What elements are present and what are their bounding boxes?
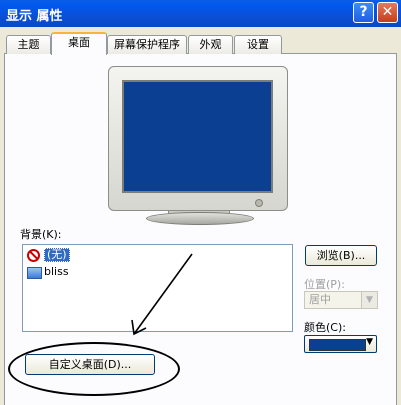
color-picker[interactable]: ▼ [304,335,377,353]
position-value: 居中 [309,293,331,306]
none-icon [27,249,40,262]
monitor-screen-preview [122,80,273,193]
tab-themes[interactable]: 主题 [6,35,51,54]
tab-appearance[interactable]: 外观 [188,35,233,54]
monitor-stand-base [146,212,254,225]
color-swatch [309,339,366,351]
close-button[interactable]: ✕ [377,2,398,23]
chevron-down-icon[interactable]: ▼ [361,292,377,308]
browse-button[interactable]: 浏览(B)... [305,245,377,266]
tab-settings[interactable]: 设置 [234,35,282,54]
position-label: 位置(P): [304,278,345,291]
window-title: 显示 属性 [6,9,63,24]
jpg-file-icon [27,267,42,279]
chevron-down-icon: ▼ [366,337,373,347]
power-light-icon [255,199,263,207]
background-label: 背景(K): [20,228,62,241]
position-select[interactable]: 居中 ▼ [304,291,378,309]
tab-screensaver[interactable]: 屏幕保护程序 [107,35,187,54]
tab-desktop[interactable]: 桌面 [51,32,107,55]
list-item-label: bliss [44,265,69,278]
list-item-label: (无) [44,248,70,262]
annotation-arrow-icon [131,253,193,336]
annotation-ellipse [8,342,180,396]
help-button[interactable]: ? [353,2,374,23]
color-label: 颜色(C): [304,321,346,334]
